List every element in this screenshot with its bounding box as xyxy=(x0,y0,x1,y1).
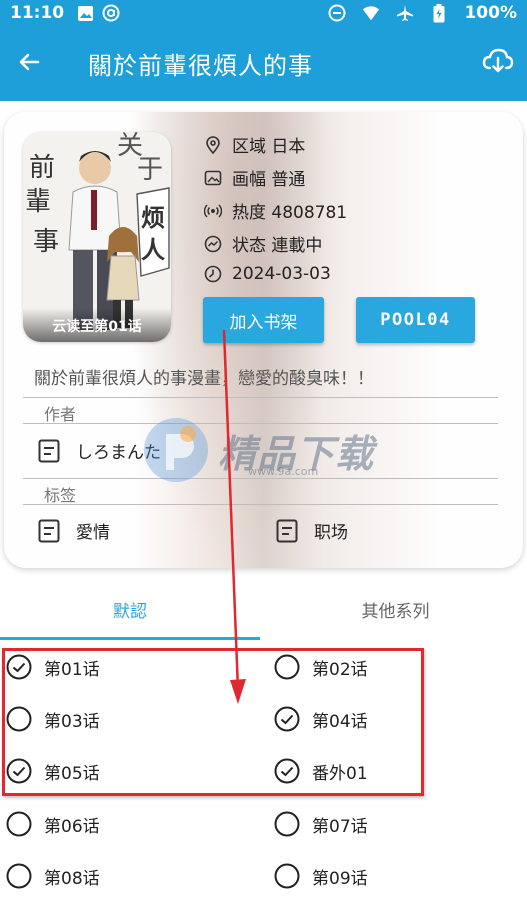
chapter-label: 第08话 xyxy=(44,868,100,889)
wifi-icon xyxy=(362,4,380,22)
tab-indicator xyxy=(0,637,260,640)
chapter-item[interactable]: 第07话 xyxy=(274,811,368,837)
tag-chip[interactable]: 职场 xyxy=(276,518,348,543)
app-bar: 關於前輩很煩人的事 xyxy=(0,26,527,101)
meta-date: 2024-03-03 xyxy=(204,264,331,284)
airplane-icon xyxy=(396,4,414,22)
broadcast-icon xyxy=(204,202,222,220)
page-title: 關於前輩很煩人的事 xyxy=(88,52,313,80)
picture-icon xyxy=(204,169,222,187)
divider xyxy=(23,504,498,505)
meta-heat: 热度 4808781 xyxy=(204,198,347,223)
back-arrow-icon xyxy=(17,50,41,78)
chapter-item[interactable]: 第09话 xyxy=(274,863,368,889)
tag-chip[interactable]: 愛情 xyxy=(38,518,110,543)
chapter-label: 第07话 xyxy=(312,816,368,837)
tag-text: 愛情 xyxy=(76,523,110,543)
svg-text:輩: 輩 xyxy=(25,187,51,217)
at-icon xyxy=(102,4,120,22)
comic-cover[interactable]: 关 于 前 輩 事 烦 人 云读至第01话 xyxy=(23,132,171,342)
tab-other-series[interactable]: 其他系列 xyxy=(264,580,527,638)
svg-text:前: 前 xyxy=(29,153,55,183)
back-button[interactable] xyxy=(0,26,58,101)
clock-icon xyxy=(204,265,222,283)
trend-icon xyxy=(204,235,222,253)
document-icon xyxy=(38,439,60,463)
region-text: 区域 日本 xyxy=(232,137,306,157)
chapter-label: 第09话 xyxy=(312,868,368,889)
meta-format: 画幅 普通 xyxy=(204,165,305,190)
chapter-tabs: 默認 其他系列 xyxy=(0,580,527,640)
status-bar: 11:10 100% xyxy=(0,0,527,26)
state-text: 状态 連載中 xyxy=(232,236,323,256)
minus-circle-icon xyxy=(328,4,346,22)
watermark: 精品下载 www.9a.com xyxy=(140,405,390,495)
watermark-url: www.9a.com xyxy=(248,465,319,478)
meta-region: 区域 日本 xyxy=(204,132,305,157)
radio-empty-icon xyxy=(6,811,32,837)
read-progress-caption: 云读至第01话 xyxy=(23,308,171,342)
author-label: 作者 xyxy=(44,405,77,424)
radio-empty-icon xyxy=(274,811,300,837)
location-icon xyxy=(204,135,222,154)
add-to-shelf-button[interactable]: 加入书架 xyxy=(203,297,324,343)
battery-icon xyxy=(430,3,448,22)
date-text: 2024-03-03 xyxy=(232,264,331,284)
comic-info-card: 关 于 前 輩 事 烦 人 云读至第01话 区域 日本 画幅 普通 热度 480… xyxy=(4,112,523,568)
svg-text:事: 事 xyxy=(33,227,59,257)
document-icon xyxy=(276,519,298,543)
svg-text:于: 于 xyxy=(137,155,163,185)
format-text: 画幅 普通 xyxy=(232,170,306,190)
heat-text: 热度 4808781 xyxy=(232,203,348,223)
watermark-logo xyxy=(144,418,208,482)
radio-empty-icon xyxy=(274,863,300,889)
tab-default[interactable]: 默認 xyxy=(0,580,260,638)
tag-label: 标签 xyxy=(44,486,77,505)
status-time: 11:10 xyxy=(10,3,65,23)
radio-empty-icon xyxy=(6,863,32,889)
meta-state: 状态 連載中 xyxy=(204,231,322,256)
svg-text:人: 人 xyxy=(141,236,165,264)
document-icon xyxy=(38,519,60,543)
chapter-label: 第06话 xyxy=(44,816,100,837)
chapter-item[interactable]: 第06话 xyxy=(6,811,100,837)
battery-level: 100% xyxy=(464,3,517,23)
svg-text:烦: 烦 xyxy=(141,204,165,232)
pool-button[interactable]: POOL04 xyxy=(356,297,475,343)
image-icon xyxy=(76,4,94,22)
cloud-download-icon xyxy=(482,47,514,79)
annotation-highlight-box xyxy=(2,648,424,796)
chapter-item[interactable]: 第08话 xyxy=(6,863,100,889)
divider xyxy=(23,397,498,398)
comic-description: 關於前輩很煩人的事漫畫，戀愛的酸臭味！！ xyxy=(34,369,374,389)
download-button[interactable] xyxy=(481,46,515,80)
tag-text: 职场 xyxy=(314,523,348,543)
